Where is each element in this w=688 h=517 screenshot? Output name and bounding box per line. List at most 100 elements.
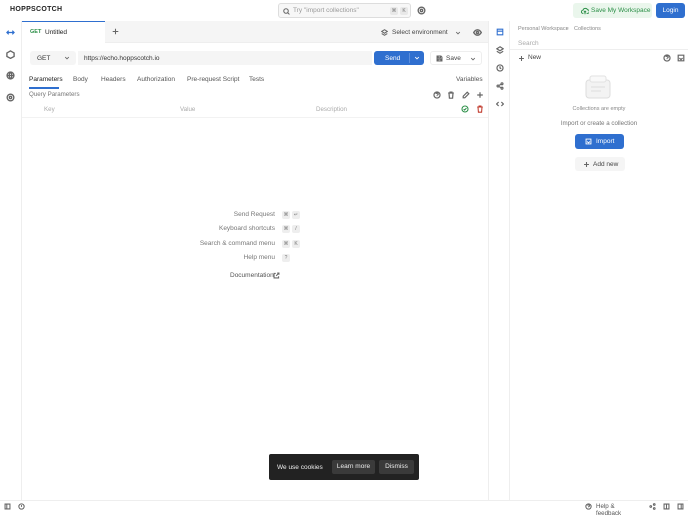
layout-columns-icon[interactable] <box>663 503 670 510</box>
code-icon[interactable] <box>496 100 504 108</box>
app-header: HOPPSCOTCH Try "import collections" ⌘ K … <box>0 0 688 21</box>
status-footer: Help & feedback <box>0 500 688 517</box>
shortcut-key: / <box>292 225 300 233</box>
tab-variables[interactable]: Variables <box>456 76 483 83</box>
active-tab-indicator <box>29 87 59 89</box>
new-collection-button[interactable]: New <box>518 54 548 64</box>
help-feedback-button[interactable]: Help & feedback <box>585 502 641 517</box>
tab-parameters[interactable]: Parameters <box>29 76 63 83</box>
url-input[interactable]: https://echo.hoppscotch.io <box>78 51 372 65</box>
eye-icon[interactable] <box>473 28 482 37</box>
environment-label: Select environment <box>392 29 448 36</box>
sidebar-toggle-icon[interactable] <box>4 503 11 510</box>
share-icon[interactable] <box>649 503 656 510</box>
import-button[interactable]: Import <box>575 134 624 149</box>
empty-collections-illustration-icon <box>585 75 611 99</box>
collections-search-input[interactable]: Search <box>518 40 539 47</box>
realtime-icon[interactable] <box>6 71 15 80</box>
save-icon <box>436 55 443 62</box>
shortcut-label: Send Request <box>233 211 275 218</box>
request-tab[interactable]: GET Untitled <box>22 21 105 44</box>
breadcrumb-workspace[interactable]: Personal Workspace <box>518 26 569 32</box>
new-tab-icon[interactable] <box>112 28 119 35</box>
login-button[interactable]: Login <box>656 3 685 18</box>
shortcut-key: ⌘ <box>282 211 290 219</box>
breadcrumb-separator-icon: › <box>566 26 568 32</box>
param-description-input[interactable]: Description <box>316 106 347 113</box>
layers-icon <box>381 29 388 36</box>
cookie-banner: We use cookies Learn more Dismiss <box>269 454 419 480</box>
save-request-button[interactable]: Save <box>430 51 482 65</box>
send-button[interactable]: Send <box>374 51 424 65</box>
documentation-link[interactable]: Documentation <box>230 272 290 282</box>
primary-sidebar <box>0 21 22 500</box>
send-divider <box>409 53 410 63</box>
help-icon[interactable] <box>663 54 671 62</box>
plus-icon <box>584 162 589 167</box>
param-value-input[interactable]: Value <box>180 106 195 113</box>
documentation-label: Documentation <box>230 272 274 279</box>
chevron-down-icon[interactable] <box>414 55 420 61</box>
params-divider <box>22 117 488 118</box>
shortcut-key: ? <box>282 254 290 262</box>
learn-more-button[interactable]: Learn more <box>332 460 375 474</box>
plus-icon <box>519 56 524 61</box>
shortcuts-icon[interactable] <box>18 503 25 510</box>
rest-icon[interactable] <box>6 28 15 37</box>
tab-title: Untitled <box>45 29 68 36</box>
delete-row-icon[interactable] <box>476 105 484 113</box>
tab-method: GET <box>30 29 42 35</box>
new-label: New <box>528 54 542 61</box>
shortcut-label: Keyboard shortcuts <box>218 225 275 232</box>
save-workspace-label: Save My Workspace <box>591 7 651 14</box>
add-icon[interactable] <box>476 91 484 99</box>
search-key-k: K <box>400 7 408 15</box>
save-workspace-button[interactable]: Save My Workspace <box>573 3 652 18</box>
history-icon[interactable] <box>496 64 504 72</box>
help-icon <box>585 503 592 510</box>
method-select[interactable]: GET <box>30 51 76 65</box>
tab-authorization[interactable]: Authorization <box>137 76 175 83</box>
sidebar-right-icon[interactable] <box>677 503 684 510</box>
shortcut-key: ⌘ <box>282 225 290 233</box>
settings-icon[interactable] <box>417 6 426 15</box>
search-key-cmd: ⌘ <box>390 7 398 15</box>
cloud-upload-icon <box>581 7 589 14</box>
search-bar[interactable]: Try "import collections" ⌘ K <box>278 3 411 18</box>
url-value: https://echo.hoppscotch.io <box>84 54 160 62</box>
param-key-input[interactable]: Key <box>44 106 55 113</box>
breadcrumb-collections: Collections <box>574 26 601 32</box>
shortcut-key: K <box>292 240 300 248</box>
tab-headers[interactable]: Headers <box>101 76 126 83</box>
tab-tests[interactable]: Tests <box>249 76 264 83</box>
import-icon[interactable] <box>677 54 685 62</box>
shortcut-key: ↵ <box>292 211 300 219</box>
add-new-label: Add new <box>593 160 619 168</box>
share-icon[interactable] <box>496 82 504 90</box>
dismiss-button[interactable]: Dismiss <box>379 460 414 474</box>
graphql-icon[interactable] <box>6 50 15 59</box>
trash-icon[interactable] <box>447 91 455 99</box>
settings-nav-icon[interactable] <box>6 93 15 102</box>
add-new-button[interactable]: Add new <box>575 157 625 171</box>
tab-body[interactable]: Body <box>73 76 88 83</box>
search-icon <box>283 7 290 15</box>
cookie-text: We use cookies <box>277 463 323 471</box>
app-logo[interactable]: HOPPSCOTCH <box>10 6 62 13</box>
check-circle-icon[interactable] <box>461 105 469 113</box>
send-label: Send <box>385 54 401 62</box>
import-label: Import <box>596 138 615 145</box>
tab-prerequest-script[interactable]: Pre-request Script <box>187 76 239 83</box>
chevron-down-icon <box>470 57 476 61</box>
help-icon[interactable] <box>433 91 441 99</box>
collections-divider <box>510 49 688 50</box>
chevron-down-icon <box>64 56 70 60</box>
shortcut-label: Search & command menu <box>199 240 275 247</box>
search-placeholder: Try "import collections" <box>293 7 359 14</box>
empty-title: Collections are empty <box>572 106 626 112</box>
edit-icon[interactable] <box>462 91 470 99</box>
environment-selector[interactable]: Select environment <box>381 27 466 39</box>
shortcut-label: Help menu <box>243 254 275 261</box>
collections-icon[interactable] <box>496 28 504 36</box>
environments-icon[interactable] <box>496 46 504 54</box>
